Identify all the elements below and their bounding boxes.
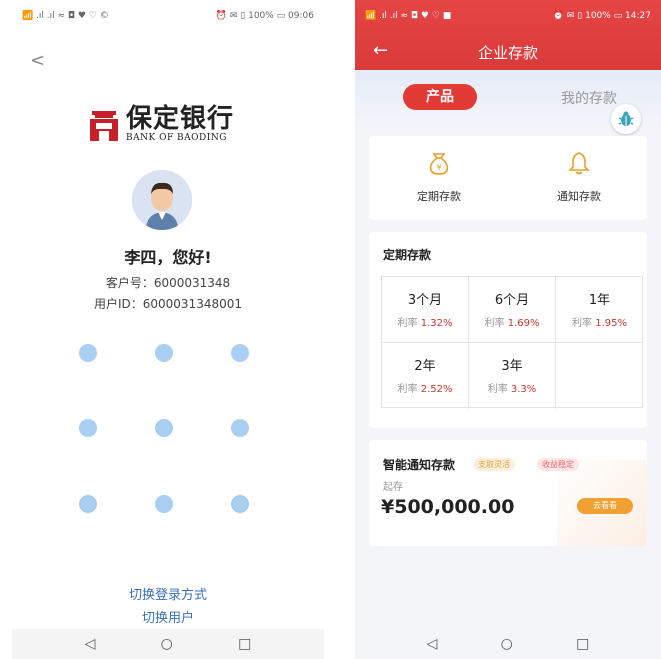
term-cell[interactable]: 6个月 利率 1.69% — [469, 277, 556, 343]
start-amount: ¥500,000.00 — [381, 496, 515, 518]
nav-recent-icon[interactable]: □ — [238, 636, 251, 652]
tag-stable: 收益稳定 — [537, 458, 579, 471]
avatar — [132, 170, 192, 230]
pattern-dot[interactable] — [231, 344, 249, 362]
status-icons-left: 📶 .ıl .ıl ≈ ◘ ♥ ♡ © — [22, 11, 109, 21]
rate-text: 利率 1.95% — [572, 318, 627, 329]
tag-flexible: 支取灵活 — [473, 458, 515, 471]
bug-icon[interactable] — [611, 104, 641, 134]
term-cell[interactable]: 2年 利率 2.52% — [382, 343, 469, 409]
status-icons-right: ⏰ ✉ ▯ 100% ▭ 14:27 — [552, 11, 651, 21]
term-cell[interactable]: 3个月 利率 1.32% — [382, 277, 469, 343]
pattern-dot[interactable] — [231, 495, 249, 513]
smart-deposit-card[interactable]: 智能通知存款 支取灵活 收益稳定 起存 ¥500,000.00 去看看 — [369, 440, 647, 546]
nav-home-icon[interactable]: ○ — [501, 636, 513, 652]
user-id: 用户ID：6000031348001 — [93, 297, 243, 311]
product-label: 通知存款 — [557, 190, 601, 203]
start-label: 起存 — [383, 482, 403, 493]
product-notice-deposit[interactable]: 通知存款 — [519, 150, 639, 204]
login-screen: 📶 .ıl .ıl ≈ ◘ ♥ ♡ © ⏰ ✉ ▯ 100% ▭ 09:06 <… — [12, 0, 324, 659]
term-label: 1年 — [588, 293, 611, 308]
customer-number: 客户号：6000031348 — [105, 276, 231, 290]
system-nav-bar: ◁ ○ □ — [12, 629, 324, 659]
term-label: 6个月 — [494, 293, 530, 308]
section-title: 定期存款 — [383, 248, 432, 262]
pattern-dot[interactable] — [79, 419, 97, 437]
rate-text: 利率 1.32% — [397, 318, 453, 329]
deposit-screen: 📶 .ıl .ıl ≈ ◘ ♥ ♡ ■ ⏰ ✉ ▯ 100% ▭ 14:27 ←… — [355, 0, 661, 659]
term-cell[interactable]: 1年 利率 1.95% — [556, 277, 643, 343]
tab-products[interactable]: 产品 — [403, 84, 477, 110]
term-cell[interactable]: 3年 利率 3.3% — [469, 343, 556, 409]
nav-recent-icon[interactable]: □ — [576, 636, 589, 652]
rate-text: 利率 2.52% — [397, 384, 453, 395]
pattern-dot[interactable] — [79, 495, 97, 513]
status-bar: 📶 .ıl .ıl ≈ ◘ ♥ ♡ ■ ⏰ ✉ ▯ 100% ▭ 14:27 — [355, 0, 661, 32]
term-grid: 3个月 利率 1.32% 6个月 利率 1.69% 1年 利率 1.95% 2年… — [381, 276, 643, 409]
bank-name-cn: 保定银行 — [126, 104, 235, 134]
status-bar: 📶 .ıl .ıl ≈ ◘ ♥ ♡ © ⏰ ✉ ▯ 100% ▭ 09:06 — [12, 0, 324, 32]
switch-user-link[interactable]: 切换用户 — [12, 607, 324, 626]
status-icons-right: ⏰ ✉ ▯ 100% ▭ 09:06 — [215, 11, 314, 21]
pattern-dot[interactable] — [155, 495, 173, 513]
tab-my-deposits[interactable]: 我的存款 — [561, 88, 617, 108]
term-label: 3个月 — [407, 293, 443, 308]
switch-login-method-link[interactable]: 切换登录方式 — [12, 584, 324, 603]
bank-logo-icon — [90, 109, 118, 141]
nav-back-icon[interactable]: ◁ — [427, 636, 438, 652]
product-label: 定期存款 — [417, 190, 461, 203]
term-label: 3年 — [501, 359, 523, 374]
pattern-dot[interactable] — [155, 419, 173, 437]
nav-back-icon[interactable]: ◁ — [85, 636, 96, 652]
go-see-button[interactable]: 去看看 — [577, 498, 633, 514]
rate-text: 利率 3.3% — [487, 384, 537, 395]
pattern-dot[interactable] — [79, 344, 97, 362]
term-label: 2年 — [414, 359, 436, 374]
product-card: ¥ 定期存款 通知存款 — [369, 136, 647, 220]
pattern-dot[interactable] — [155, 344, 173, 362]
system-nav-bar: ◁ ○ □ — [355, 629, 661, 659]
bank-name-en: BANK OF BAODING — [126, 133, 227, 143]
smart-deposit-title: 智能通知存款 — [383, 458, 456, 472]
fixed-deposit-card: 定期存款 3个月 利率 1.32% 6个月 利率 1.69% 1年 利率 1.9… — [369, 232, 647, 428]
page-title: 企业存款 — [477, 44, 538, 62]
rate-text: 利率 1.69% — [484, 318, 540, 329]
svg-text:¥: ¥ — [436, 163, 441, 172]
status-icons-left: 📶 .ıl .ıl ≈ ◘ ♥ ♡ ■ — [365, 11, 452, 21]
bell-icon — [568, 152, 590, 175]
bank-logo: 保定银行 BANK OF BAODING — [90, 106, 234, 143]
money-bag-icon: ¥ — [429, 153, 449, 175]
nav-home-icon[interactable]: ○ — [161, 636, 173, 652]
back-button[interactable]: < — [30, 50, 45, 71]
product-fixed-deposit[interactable]: ¥ 定期存款 — [379, 150, 499, 204]
pattern-dot[interactable] — [231, 419, 249, 437]
greeting-text: 李四，您好! — [124, 248, 212, 267]
